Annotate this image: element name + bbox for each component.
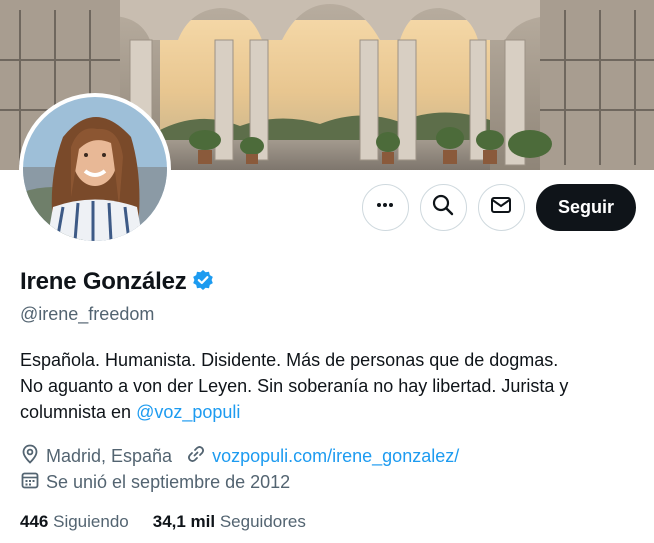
following-link[interactable]: 446 Siguiendo — [20, 512, 129, 532]
bio-line: No aguanto a von der Leyen. Sin soberaní… — [20, 376, 569, 396]
followers-label: Seguidores — [219, 512, 306, 531]
more-button[interactable] — [361, 184, 409, 231]
profile-stats: 446 Siguiendo 34,1 mil Seguidores — [20, 512, 306, 532]
join-date-text: Se unió el septiembre de 2012 — [46, 472, 291, 492]
website: vozpopuli.com/irene_gonzalez/ — [186, 444, 459, 469]
message-button[interactable] — [477, 184, 525, 231]
link-icon — [186, 444, 206, 469]
more-horizontal-icon — [375, 195, 395, 220]
search-button[interactable] — [419, 184, 467, 231]
bio-text: columnista en — [20, 402, 137, 422]
bio-mention-link[interactable]: @voz_populi — [136, 402, 240, 422]
avatar-image — [23, 97, 167, 241]
join-date: Se unió el septiembre de 2012 — [20, 470, 290, 495]
avatar[interactable] — [19, 93, 171, 245]
calendar-icon — [20, 470, 40, 495]
location: Madrid, España — [20, 444, 172, 469]
profile-joined: Se unió el septiembre de 2012 — [20, 470, 304, 495]
verified-badge-icon[interactable] — [192, 269, 214, 296]
location-text: Madrid, España — [46, 446, 173, 466]
followers-link[interactable]: 34,1 mil Seguidores — [153, 512, 306, 532]
profile-actions: Seguir — [361, 184, 636, 231]
followers-count: 34,1 mil — [152, 512, 216, 531]
profile-handle: @irene_freedom — [20, 304, 155, 324]
website-link[interactable]: vozpopuli.com/irene_gonzalez/ — [212, 446, 459, 467]
profile-name-row: Irene González — [20, 268, 214, 296]
bio-line: columnista en @voz_populi — [20, 399, 640, 425]
profile-name: Irene González — [20, 268, 187, 295]
follow-button[interactable]: Seguir — [535, 184, 636, 231]
search-icon — [432, 194, 454, 221]
following-count: 446 — [20, 512, 49, 531]
envelope-icon — [490, 194, 512, 221]
profile-bio: Española. Humanista. Disidente. Más de p… — [20, 347, 640, 425]
profile-meta: Madrid, España vozpopuli.com/irene_gonza… — [20, 444, 473, 469]
location-pin-icon — [20, 444, 40, 469]
following-label: Siguiendo — [53, 512, 129, 531]
bio-line: Española. Humanista. Disidente. Más de p… — [20, 350, 559, 370]
